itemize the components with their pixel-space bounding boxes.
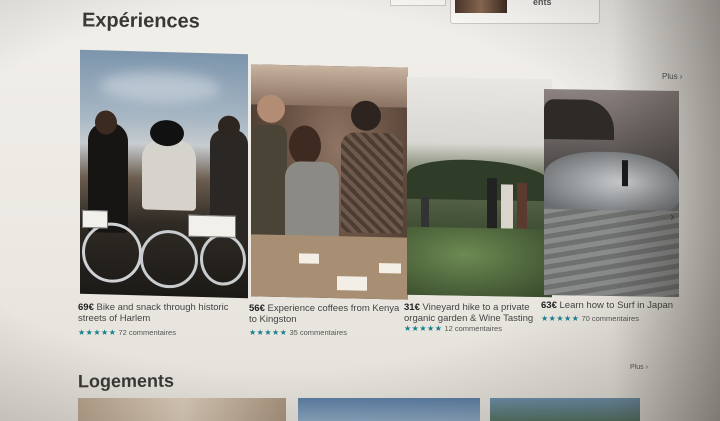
experience-photo-1[interactable] bbox=[80, 49, 248, 299]
experience-price-1: 69€ bbox=[78, 302, 94, 313]
star-rating-icon: ★★★★★ bbox=[249, 328, 288, 337]
chevron-right-icon: › bbox=[679, 72, 683, 81]
section-title-logements: Logements bbox=[77, 370, 175, 392]
more-label: Plus bbox=[662, 72, 678, 81]
experience-price-3: 31€ bbox=[404, 302, 420, 313]
star-rating-icon: ★★★★★ bbox=[78, 328, 117, 337]
experience-name-3: Vineyard hike to a private organic garde… bbox=[404, 302, 534, 324]
chevron-right-icon: › bbox=[645, 364, 648, 371]
review-count-2: 35 commentaires bbox=[289, 328, 347, 337]
experience-price-4: 63€ bbox=[541, 300, 557, 311]
experience-rating-2: ★★★★★ 35 commentaires bbox=[249, 328, 347, 337]
experience-photo-2[interactable] bbox=[251, 64, 408, 300]
review-count-4: 70 commentaires bbox=[581, 314, 639, 323]
top-cropped-card[interactable]: ents bbox=[450, 0, 600, 24]
experience-rating-3: ★★★★★ 12 commentaires bbox=[404, 324, 502, 333]
experience-rating-4: ★★★★★ 70 commentaires bbox=[541, 314, 639, 323]
experience-name-2: Experience coffees from Kenya to Kingsto… bbox=[249, 303, 400, 325]
top-cropped-element bbox=[390, 0, 446, 6]
star-rating-icon: ★★★★★ bbox=[541, 314, 580, 323]
experience-photo-3[interactable] bbox=[407, 76, 552, 298]
experience-title-3[interactable]: 31€ Vineyard hike to a private organic g… bbox=[404, 302, 554, 324]
experience-title-4[interactable]: 63€ Learn how to Surf in Japan bbox=[541, 300, 681, 311]
star-rating-icon: ★★★★★ bbox=[404, 324, 443, 333]
carousel-next-button[interactable]: › bbox=[670, 208, 675, 224]
screen: ents Expériences Plus › 69€ Bike and sna… bbox=[0, 0, 720, 421]
more-label: Plus bbox=[630, 364, 644, 371]
review-count-3: 12 commentaires bbox=[444, 324, 502, 333]
experience-rating-1: ★★★★★ 72 commentaires bbox=[78, 328, 176, 337]
experience-photo-4[interactable] bbox=[544, 89, 679, 297]
listing-photo-1[interactable] bbox=[78, 398, 286, 421]
experience-name-1: Bike and snack through historic streets … bbox=[78, 302, 229, 324]
listing-photo-2[interactable] bbox=[298, 398, 480, 421]
more-logements-link[interactable]: Plus › bbox=[630, 364, 648, 371]
experience-title-2[interactable]: 56€ Experience coffees from Kenya to Kin… bbox=[249, 303, 409, 325]
top-card-text: ents bbox=[533, 0, 552, 7]
more-experiences-link[interactable]: Plus › bbox=[662, 72, 682, 81]
listing-photo-3[interactable] bbox=[490, 398, 640, 421]
chevron-right-icon: › bbox=[670, 208, 675, 224]
experience-title-1[interactable]: 69€ Bike and snack through historic stre… bbox=[78, 302, 250, 324]
section-title-experiences: Expériences bbox=[81, 9, 200, 33]
top-card-thumbnail bbox=[455, 0, 507, 13]
experience-price-2: 56€ bbox=[249, 303, 265, 314]
review-count-1: 72 commentaires bbox=[118, 328, 176, 337]
experience-name-4: Learn how to Surf in Japan bbox=[559, 300, 674, 311]
